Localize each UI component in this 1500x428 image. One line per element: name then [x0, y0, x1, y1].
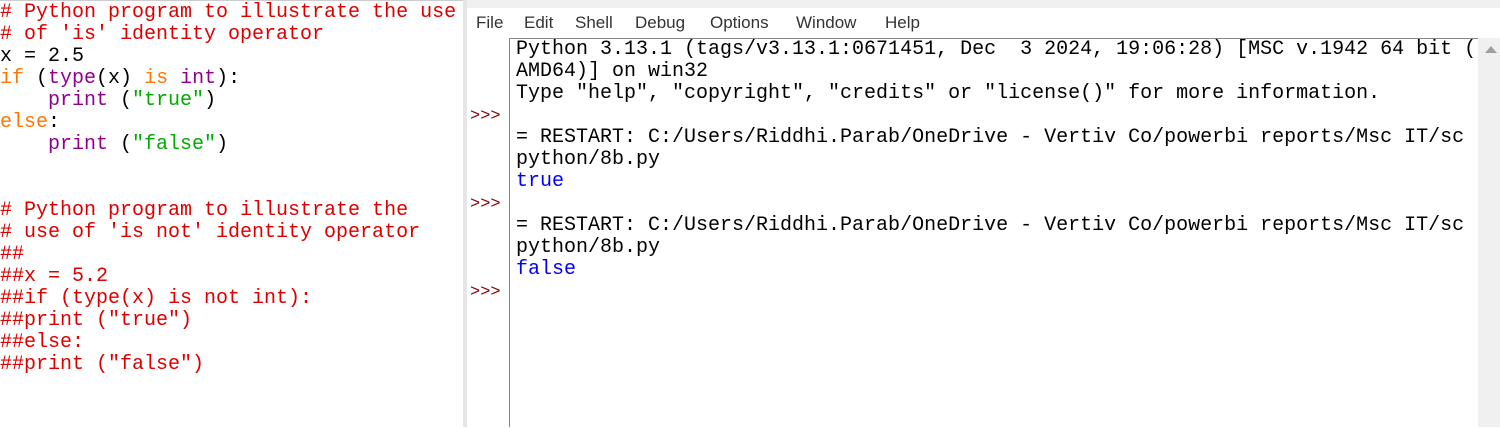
scroll-up-arrow-icon[interactable]	[1485, 46, 1497, 53]
code-line: # of 'is' identity operator	[0, 24, 456, 46]
code-line: ##print ("true")	[0, 310, 456, 332]
code-token: is	[144, 67, 169, 90]
output-line: python/8b.py	[516, 148, 661, 171]
code-token: :	[48, 111, 61, 134]
code-token: ##x = 5.2	[0, 265, 109, 288]
menu-help[interactable]: Help	[885, 13, 920, 33]
code-line: print ("true")	[0, 90, 456, 112]
menu-file[interactable]: File	[476, 13, 503, 33]
shell-output[interactable]: Python 3.13.1 (tags/v3.13.1:0671451, Dec…	[509, 38, 1478, 427]
code-token: (	[24, 67, 49, 90]
output-line: AMD64)] on win32	[516, 60, 709, 83]
prompt: >>>	[470, 107, 501, 126]
code-token: print	[48, 133, 109, 156]
menu-edit[interactable]: Edit	[524, 13, 553, 33]
code-token: (x)	[96, 67, 145, 90]
prompt-gutter: >>> >>> >>>	[467, 38, 509, 427]
code-token: ##if (type(x) is not int):	[0, 287, 313, 310]
vertical-scrollbar[interactable]	[1480, 38, 1500, 427]
code-token: "true"	[132, 89, 205, 112]
output-line: = RESTART: C:/Users/Riddhi.Parab/OneDriv…	[516, 214, 1465, 237]
code-token: # use of 'is not' identity operator	[0, 221, 421, 244]
code-token: type	[48, 67, 97, 90]
code-line: else:	[0, 112, 456, 134]
output-line: false	[516, 258, 577, 281]
shell-window: File Edit Shell Debug Options Window Help >>> …	[467, 0, 1500, 427]
menu-debug[interactable]: Debug	[635, 13, 685, 33]
code-line: x = 2.5	[0, 46, 456, 68]
menu-window[interactable]: Window	[796, 13, 856, 33]
code-token: ##	[0, 243, 25, 266]
code-token: x = 2.5	[0, 45, 85, 68]
code-token: ):	[216, 67, 241, 90]
code-token: # Python program to illustrate the use	[0, 1, 457, 24]
code-token: ##print ("true")	[0, 309, 193, 332]
output-line: Python 3.13.1 (tags/v3.13.1:0671451, Dec…	[516, 38, 1477, 61]
code-token: else	[0, 111, 49, 134]
code-token: ##print ("false")	[0, 353, 205, 376]
editor-window[interactable]: # Python program to illustrate the use # …	[0, 0, 463, 428]
output-line: true	[516, 170, 565, 193]
menu-options[interactable]: Options	[710, 13, 769, 33]
code-editor[interactable]: # Python program to illustrate the use # …	[0, 2, 456, 376]
menu-shell[interactable]: Shell	[575, 13, 613, 33]
code-token: print	[48, 89, 109, 112]
output-line: python/8b.py	[516, 236, 661, 259]
code-token: # of 'is' identity operator	[0, 23, 325, 46]
code-token: (	[108, 133, 133, 156]
code-line: if (type(x) is int):	[0, 68, 456, 90]
code-token: int	[180, 67, 217, 90]
code-line: ##x = 5.2	[0, 266, 456, 288]
prompt: >>>	[470, 195, 501, 214]
code-line: ##print ("false")	[0, 354, 456, 376]
code-line: ##else:	[0, 332, 456, 354]
output-line: Type "help", "copyright", "credits" or "…	[516, 82, 1381, 105]
code-line: print ("false")	[0, 134, 456, 156]
menu-bar: File Edit Shell Debug Options Window Help	[467, 8, 1500, 38]
code-token: "false"	[132, 133, 217, 156]
code-token: ##else:	[0, 331, 85, 354]
code-token: )	[216, 133, 229, 156]
code-line: # use of 'is not' identity operator	[0, 222, 456, 244]
output-line: = RESTART: C:/Users/Riddhi.Parab/OneDriv…	[516, 126, 1465, 149]
prompt: >>>	[470, 283, 501, 302]
code-line: ##if (type(x) is not int):	[0, 288, 456, 310]
code-token: )	[204, 89, 217, 112]
code-token: (	[108, 89, 133, 112]
code-line: # Python program to illustrate the	[0, 200, 456, 222]
code-line: # Python program to illustrate the use	[0, 2, 456, 24]
code-token: if	[0, 67, 25, 90]
code-line: ##	[0, 244, 456, 266]
code-token: # Python program to illustrate the	[0, 199, 409, 222]
